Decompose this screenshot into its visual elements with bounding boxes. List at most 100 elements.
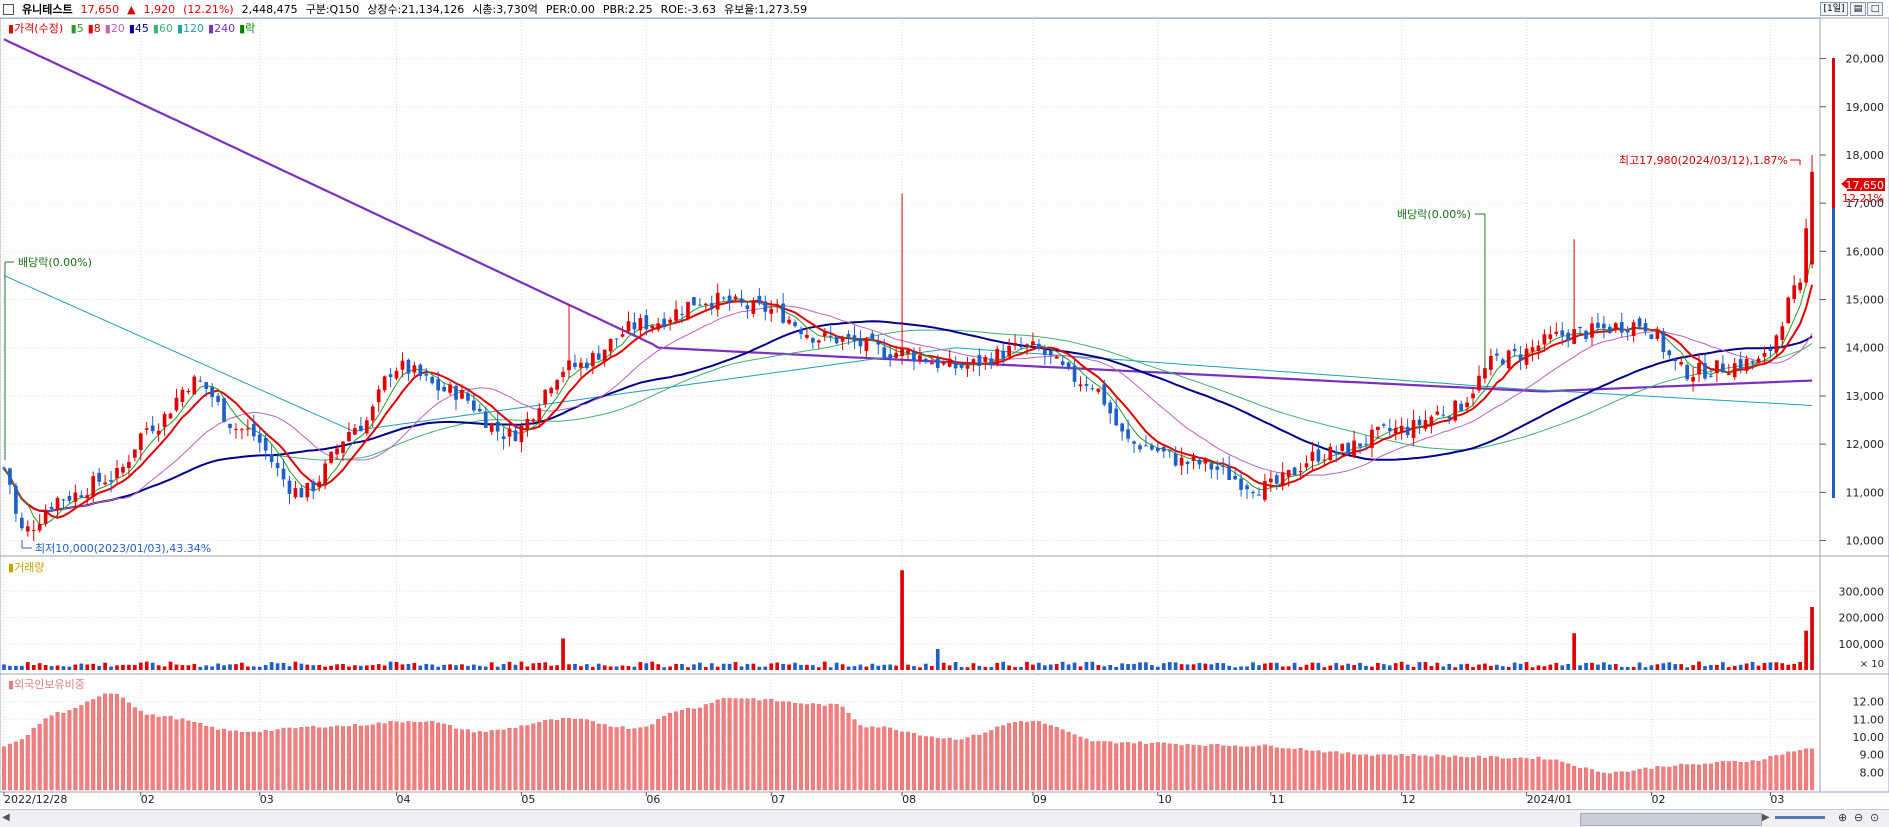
foreign-bar <box>1250 746 1256 791</box>
foreign-bar <box>1774 755 1779 791</box>
foreign-bar <box>406 721 411 791</box>
foreign-bar <box>1792 751 1797 791</box>
candle-body <box>186 390 191 392</box>
candle-body <box>650 325 655 328</box>
candle-body <box>882 347 887 358</box>
stock-chart[interactable]: 20,00019,00018,00017,00016,00015,00014,0… <box>0 0 1889 809</box>
foreign-bar <box>198 723 203 791</box>
last-percent-label: 12.21% <box>1842 192 1884 205</box>
foreign-bar <box>501 729 506 791</box>
zoom-slider[interactable] <box>1775 816 1825 819</box>
volume-bar <box>317 664 322 670</box>
foreign-bar <box>1399 754 1404 791</box>
candle-body <box>1471 393 1475 399</box>
foreign-bar <box>471 732 476 791</box>
candle-body <box>228 423 232 428</box>
volume-bar <box>1268 662 1273 670</box>
volume-bar <box>1340 665 1345 670</box>
foreign-bar <box>1459 756 1464 791</box>
candle-body <box>900 348 904 357</box>
candle-body <box>1798 282 1803 291</box>
volume-bar <box>382 665 387 670</box>
x-axis-label: 02 <box>1651 793 1665 806</box>
volume-bar <box>1376 662 1380 670</box>
foreign-bar <box>1334 751 1339 791</box>
foreign-bar <box>168 715 173 791</box>
foreign-bar <box>632 728 637 791</box>
volume-bar <box>1019 666 1023 670</box>
volume-bar <box>376 664 381 670</box>
candle-body <box>263 437 268 451</box>
candle-body <box>513 430 518 441</box>
foreign-bar <box>43 718 48 791</box>
volume-bar <box>1048 664 1053 670</box>
foreign-bar <box>1673 765 1678 791</box>
foreign-bar <box>424 721 429 791</box>
foreign-bar <box>846 713 851 791</box>
price-axis-label: 18,000 <box>1846 149 1885 162</box>
volume-bar <box>234 664 238 670</box>
scroll-left-icon[interactable]: ◀ <box>2 812 10 823</box>
foreign-axis-label: 12.00 <box>1853 696 1885 709</box>
foreign-bar <box>739 698 744 791</box>
foreign-bar <box>317 727 322 791</box>
foreign-bar <box>1429 756 1434 791</box>
candle-body <box>138 433 143 450</box>
foreign-bar <box>25 735 30 791</box>
volume-bar <box>1102 666 1107 670</box>
volume-bar <box>85 664 90 670</box>
volume-bar <box>614 666 619 670</box>
candle-body <box>1417 419 1422 426</box>
volume-bar <box>133 665 137 670</box>
zoom-in-icon[interactable]: ⊕ <box>1838 811 1847 824</box>
volume-bar <box>1524 662 1529 670</box>
candle-body <box>1655 330 1660 339</box>
zoom-out-icon[interactable]: ⊖ <box>1854 811 1863 824</box>
volume-bar <box>1804 630 1808 670</box>
volume-bar <box>1084 661 1089 670</box>
candle-body <box>1048 350 1053 356</box>
volume-bar <box>127 664 131 670</box>
volume-bar <box>1370 666 1374 670</box>
volume-bar <box>1322 667 1327 670</box>
volume-bar <box>150 662 155 670</box>
candle-body <box>1393 427 1398 434</box>
candle-body <box>329 451 333 463</box>
horizontal-scrollbar[interactable]: ◀ ▶ ⊕ ⊖ ⊙ <box>0 809 1889 827</box>
scroll-right-icon[interactable]: ▶ <box>1762 812 1770 823</box>
candle-body <box>180 389 185 403</box>
volume-bar <box>1465 663 1469 670</box>
candle-body <box>840 337 845 342</box>
foreign-bar <box>1465 757 1470 791</box>
volume-bar <box>1286 666 1291 670</box>
volume-bar <box>620 665 625 670</box>
volume-bar <box>1703 666 1707 670</box>
scroll-thumb[interactable] <box>1580 813 1762 826</box>
candle-body <box>1328 446 1333 461</box>
candle-body <box>91 476 96 497</box>
volume-bar <box>1489 665 1493 670</box>
foreign-bar <box>156 716 161 791</box>
volume-bar <box>1619 666 1624 670</box>
candle-body <box>1637 318 1642 327</box>
volume-bar <box>1066 664 1071 670</box>
volume-bar <box>1756 665 1761 670</box>
candle-body <box>1459 403 1463 411</box>
volume-bar <box>668 666 672 670</box>
candle-body <box>400 360 405 370</box>
zoom-reset-icon[interactable]: ⊙ <box>1870 811 1879 824</box>
foreign-bar <box>388 721 393 791</box>
volume-bar <box>757 666 762 670</box>
foreign-bar <box>1494 756 1499 791</box>
candle-body <box>1494 353 1499 356</box>
volume-bar <box>1518 663 1523 670</box>
foreign-bar <box>1631 770 1636 791</box>
volume-bar <box>162 666 167 670</box>
ma8-line <box>3 284 1814 519</box>
candle-body <box>1465 402 1469 408</box>
candle-body <box>85 495 90 499</box>
candle-body <box>1233 475 1237 480</box>
foreign-bar <box>1702 763 1708 791</box>
volume-bar <box>198 666 203 670</box>
foreign-bar <box>1768 756 1773 791</box>
